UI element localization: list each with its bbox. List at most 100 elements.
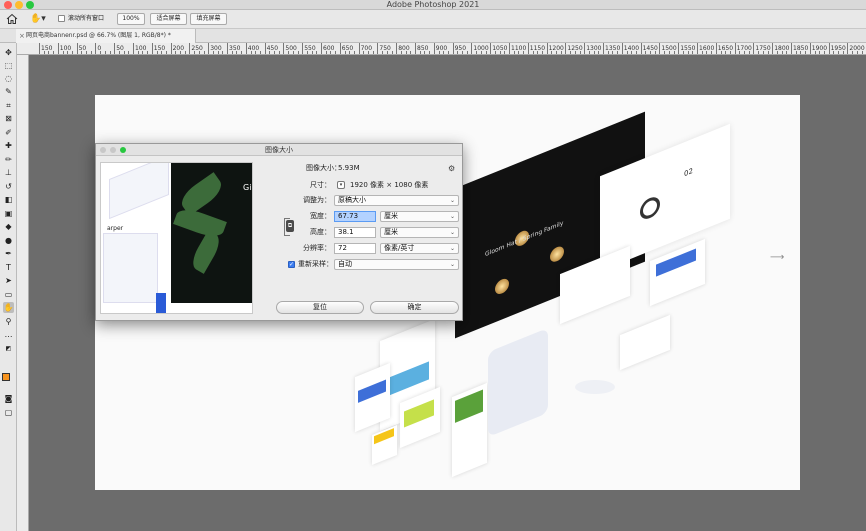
app-title: Adobe Photoshop 2021 (386, 0, 480, 9)
home-icon[interactable] (6, 13, 18, 25)
ruler-minor-tick (231, 51, 233, 54)
ruler-minor-tick (297, 51, 299, 54)
ruler-minor-tick (762, 51, 764, 54)
ruler-minor-tick (128, 51, 130, 54)
ruler-minor-tick (142, 51, 144, 54)
ruler-minor-tick (664, 51, 666, 54)
gradient-tool-icon[interactable]: ▣ (3, 208, 14, 219)
resample-select[interactable]: 自动 ⌄ (334, 259, 459, 270)
marquee-tool-icon[interactable]: ⬚ (3, 60, 14, 71)
ruler-major-tick (678, 43, 680, 54)
ruler-minor-tick (372, 51, 374, 54)
ruler-minor-tick (626, 51, 628, 54)
scroll-all-windows-checkbox[interactable] (58, 15, 65, 22)
ruler-minor-tick (729, 51, 731, 54)
ruler-minor-tick (236, 51, 238, 54)
ruler-minor-tick (767, 51, 769, 54)
ruler-major-tick (490, 43, 492, 54)
ruler-minor-tick (687, 51, 689, 54)
blur-tool-icon[interactable]: ◆ (3, 221, 14, 232)
fit-screen-button[interactable]: 适合屏幕 (150, 13, 187, 25)
ruler-label: 900 (435, 45, 448, 52)
eraser-tool-icon[interactable]: ◧ (3, 194, 14, 205)
ruler-minor-tick (541, 51, 543, 54)
ruler-minor-tick (701, 51, 703, 54)
ruler-minor-tick (574, 51, 576, 54)
ruler-label: 500 (285, 45, 297, 52)
crop-tool-icon[interactable]: ⌗ (3, 100, 14, 111)
ruler-minor-tick (852, 51, 854, 54)
gear-icon[interactable]: ⚙ (448, 164, 455, 173)
ruler-major-tick (76, 43, 78, 54)
type-tool-icon[interactable]: T (3, 262, 14, 273)
ruler-minor-tick (518, 51, 520, 54)
pen-tool-icon[interactable]: ✒ (3, 248, 14, 259)
dodge-tool-icon[interactable]: ● (3, 235, 14, 246)
hand-tool-icon[interactable]: ✋ (3, 302, 14, 313)
ruler-minor-tick (532, 51, 534, 54)
width-input[interactable]: 67.73 (334, 211, 376, 222)
zoom-100-button[interactable]: 100% (117, 13, 145, 25)
ruler-minor-tick (805, 51, 807, 54)
resolution-unit-select[interactable]: 像素/英寸 ⌄ (380, 243, 459, 254)
foreground-color-swatch[interactable] (2, 373, 10, 381)
screen-mode-icon[interactable]: ▢ (3, 407, 14, 418)
quick-select-tool-icon[interactable]: ✎ (3, 86, 14, 97)
ruler-major-tick (621, 43, 623, 54)
options-bar: ✋▾ 滚动所有窗口 100% 适合屏幕 填充屏幕 (0, 10, 866, 29)
ruler-minor-tick (165, 51, 167, 54)
quick-mask-icon[interactable]: ◙ (3, 393, 14, 404)
zoom-tool-icon[interactable]: ⚲ (3, 316, 14, 327)
resample-checkbox[interactable]: ✓ (288, 261, 295, 268)
default-colors-icon[interactable]: ◩ (3, 343, 14, 354)
move-tool-icon[interactable]: ✥ (3, 47, 14, 58)
rectangle-tool-icon[interactable]: ▭ (3, 289, 14, 300)
eyedropper-tool-icon[interactable]: ✐ (3, 127, 14, 138)
ruler-minor-tick (90, 51, 92, 54)
ruler-minor-tick (156, 51, 158, 54)
ruler-major-tick (452, 43, 454, 54)
resolution-input[interactable]: 72 (334, 243, 376, 254)
ruler-minor-tick (447, 51, 449, 54)
document-tab[interactable]: × 网页电商bannenr.psd @ 66.7% (图层 1, RGB/8*)… (16, 29, 196, 43)
close-tab-icon[interactable]: × (19, 29, 25, 43)
watch-graphic (640, 194, 660, 223)
fill-screen-button[interactable]: 填充屏幕 (190, 13, 227, 25)
history-brush-tool-icon[interactable]: ↺ (3, 181, 14, 192)
tools-panel: ✥ ⬚ ◌ ✎ ⌗ ⊠ ✐ ✚ ✏ ⊥ ↺ ◧ ▣ ◆ ● ✒ T ➤ ▭ ✋ … (0, 43, 17, 531)
ruler-minor-tick (720, 51, 722, 54)
more-tools-icon[interactable]: ⋯ (3, 331, 14, 342)
fit-to-value: 原稿大小 (338, 196, 366, 204)
brush-tool-icon[interactable]: ✏ (3, 154, 14, 165)
lasso-tool-icon[interactable]: ◌ (3, 73, 14, 84)
ruler-minor-tick (457, 51, 459, 54)
ruler-minor-tick (194, 51, 196, 54)
ruler-minor-tick (292, 51, 294, 54)
ruler-major-tick (546, 43, 548, 54)
height-unit-select[interactable]: 厘米 ⌄ (380, 227, 459, 238)
height-input[interactable]: 38.1 (334, 227, 376, 238)
resample-label: 重新采样： (298, 260, 333, 268)
healing-brush-tool-icon[interactable]: ✚ (3, 140, 14, 151)
ruler-minor-tick (631, 51, 633, 54)
ruler-minor-tick (250, 51, 252, 54)
dimensions-unit-menu[interactable]: ▾ (337, 181, 345, 189)
path-selection-tool-icon[interactable]: ➤ (3, 275, 14, 286)
ruler-minor-tick (443, 51, 445, 54)
ok-button[interactable]: 确定 (370, 301, 459, 314)
image-preview[interactable]: arper Gi (100, 162, 253, 314)
hand-tool-preset-icon[interactable]: ✋▾ (30, 13, 50, 25)
window-titlebar: Adobe Photoshop 2021 (0, 0, 866, 10)
width-unit-select[interactable]: 厘米 ⌄ (380, 211, 459, 222)
fit-to-select[interactable]: 原稿大小 ⌄ (334, 195, 459, 206)
clone-stamp-tool-icon[interactable]: ⊥ (3, 167, 14, 178)
ruler-minor-tick (499, 51, 501, 54)
vertical-ruler (17, 55, 29, 531)
chevron-down-icon: ⌄ (449, 261, 455, 268)
reset-button[interactable]: 复位 (276, 301, 364, 314)
ruler-minor-tick (419, 51, 421, 54)
frame-tool-icon[interactable]: ⊠ (3, 113, 14, 124)
ruler-minor-tick (635, 51, 637, 54)
ruler-minor-tick (598, 51, 600, 54)
ruler-label: 800 (398, 45, 410, 52)
